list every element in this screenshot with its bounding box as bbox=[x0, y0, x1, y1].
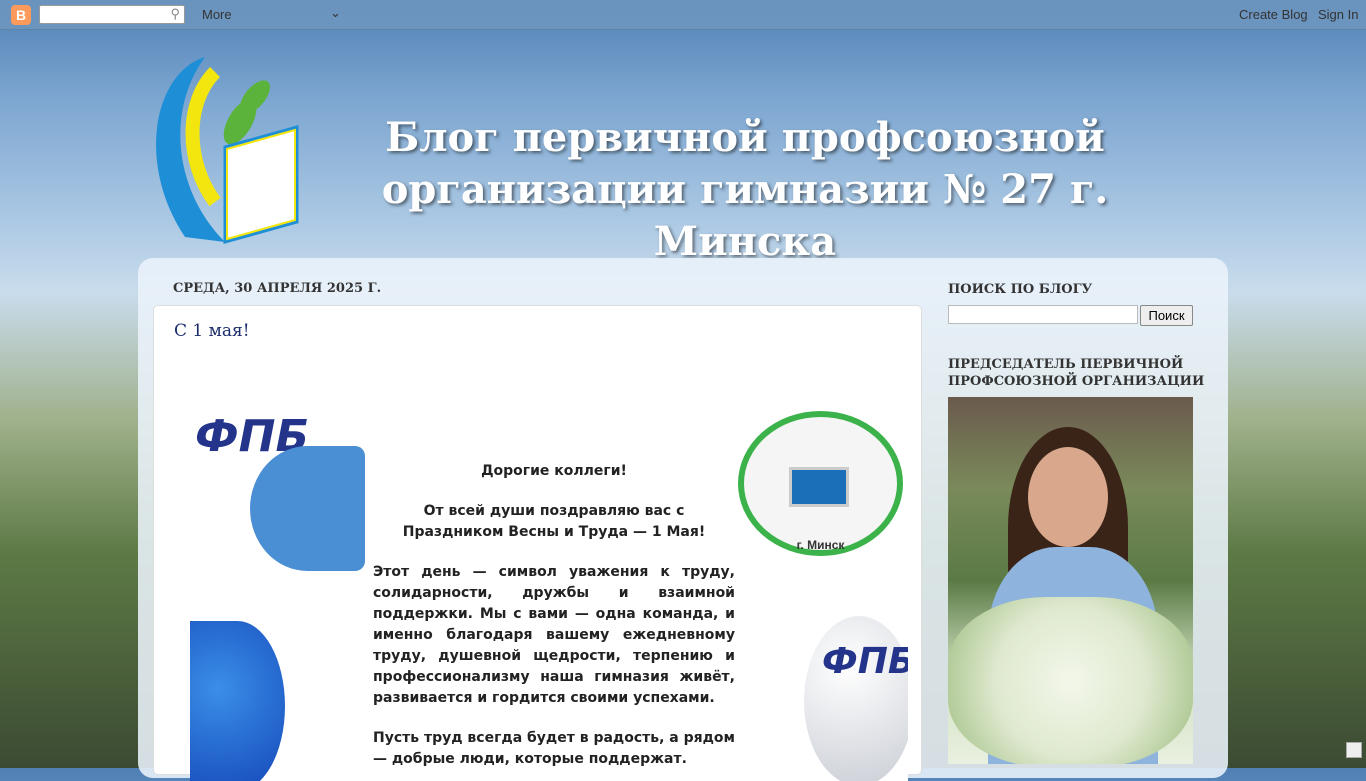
chevron-down-icon[interactable]: ⌄ bbox=[330, 5, 341, 21]
fpb-balloon-logo: ФПБ bbox=[822, 641, 908, 682]
search-widget-title: ПОИСК ПО БЛОГУ bbox=[948, 282, 1093, 297]
blue-balloon bbox=[190, 621, 285, 781]
post-card: С 1 мая! ФПБ г. Минск ФПБ Дорогие коллег… bbox=[153, 305, 922, 781]
post-image[interactable]: ФПБ г. Минск ФПБ Дорогие коллеги! От все… bbox=[190, 401, 908, 781]
greeting-para1: От всей души поздравляю вас с Праздником… bbox=[402, 503, 706, 540]
broken-image-icon bbox=[1346, 742, 1362, 758]
school-city: г. Минск bbox=[796, 538, 845, 552]
navbar-search-input[interactable]: ⚲ bbox=[39, 5, 185, 24]
greeting-para3: Пусть труд всегда будет в радость, а ряд… bbox=[373, 730, 735, 767]
post-title[interactable]: С 1 мая! bbox=[174, 321, 250, 341]
search-button[interactable]: Поиск bbox=[1140, 305, 1193, 326]
white-balloon: ФПБ bbox=[804, 616, 908, 781]
chair-photo bbox=[948, 397, 1193, 764]
greeting-text: Дорогие коллеги! От всей души поздравляю… bbox=[373, 461, 735, 781]
create-blog-link[interactable]: Create Blog bbox=[1239, 7, 1308, 22]
blog-search-input[interactable] bbox=[948, 305, 1138, 324]
school-seal: г. Минск bbox=[738, 411, 903, 556]
union-logo bbox=[156, 57, 299, 244]
greeting: Дорогие коллеги! bbox=[481, 463, 627, 479]
search-icon[interactable]: ⚲ bbox=[170, 6, 180, 22]
chair-widget-title: ПРЕДСЕДАТЕЛЬ ПЕРВИЧНОЙ ПРОФСОЮЗНОЙ ОРГАН… bbox=[948, 357, 1205, 389]
blogger-logo-icon[interactable]: B bbox=[11, 5, 31, 25]
post-date: СРЕДА, 30 АПРЕЛЯ 2025 Г. bbox=[173, 281, 382, 296]
blogger-navbar: B ⚲ More ⌄ Create Blog Sign In bbox=[0, 0, 1366, 30]
sign-in-link[interactable]: Sign In bbox=[1318, 7, 1358, 22]
more-dropdown[interactable]: More bbox=[202, 7, 232, 22]
greeting-para2: Этот день — символ уважения к труду, сол… bbox=[373, 564, 735, 706]
union-logo-small bbox=[250, 446, 365, 571]
blog-title[interactable]: Блог первичной профсоюзной организации г… bbox=[300, 112, 1190, 268]
